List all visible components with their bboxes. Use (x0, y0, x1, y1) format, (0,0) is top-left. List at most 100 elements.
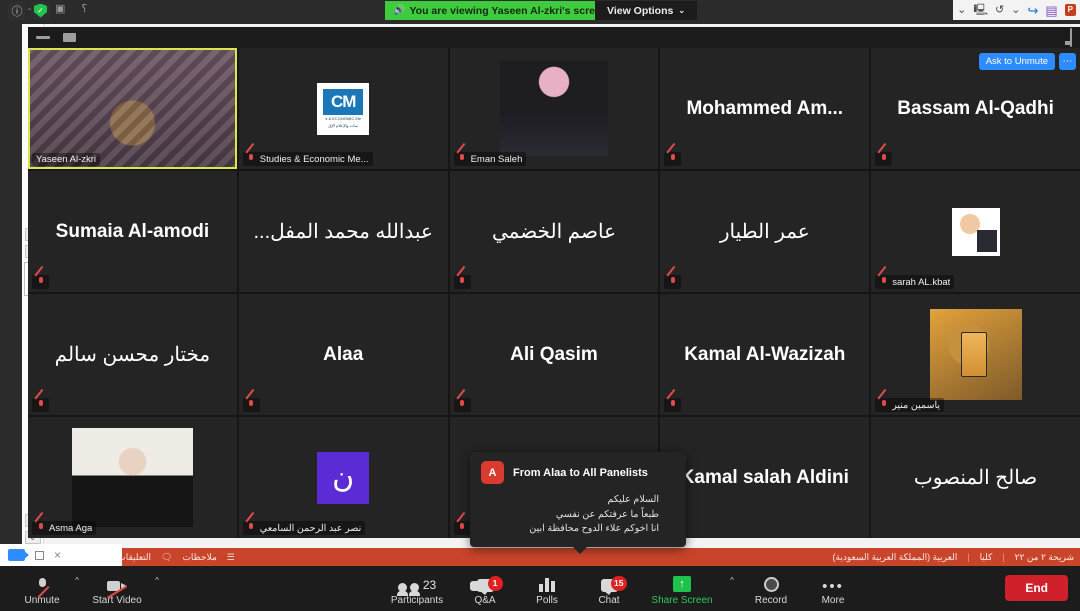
participant-tile[interactable]: Kamal salah Aldini (660, 417, 870, 538)
qa-button[interactable]: 1 Q&A (454, 566, 516, 611)
participants-button[interactable]: 23 Participants (380, 566, 454, 611)
chat-label: Chat (598, 594, 620, 606)
participant-footer: sarah AL.kbat (875, 275, 955, 289)
status-language[interactable]: العربية (المملكة العربية السعودية) (833, 552, 958, 563)
close-icon[interactable]: × (54, 548, 61, 562)
ask-to-unmute-button[interactable]: Ask to Unmute (978, 53, 1055, 70)
tile-more-options-button[interactable]: ⋯ (1059, 53, 1076, 70)
mic-muted-icon (458, 276, 467, 288)
mic-muted-icon (36, 522, 45, 534)
ellipsis-icon: ••• (822, 577, 844, 595)
security-shield-icon[interactable]: ✓ (31, 1, 50, 20)
record-button[interactable]: Record (740, 566, 802, 611)
picture-in-picture-button[interactable] (1070, 27, 1072, 47)
participant-name: ياسمين منير (892, 399, 940, 411)
status-spell-check[interactable]: كليا (980, 552, 993, 563)
start-video-button[interactable]: Start Video (84, 566, 150, 611)
participant-tile[interactable]: Kamal Al-Wazizah (660, 294, 870, 415)
participant-footer: Studies & Economic Me... (242, 152, 373, 166)
participant-tile[interactable]: CM s & ECONOMIC Me سات والإعلام الإق Studie… (238, 48, 448, 169)
participant-name: Mohammed Am... (686, 97, 844, 119)
participant-name: نصر عبد الرحمن السامعي (259, 522, 362, 534)
participant-tile[interactable]: Bassam Al-Qadhi Ask to Unmute ⋯ (871, 48, 1080, 169)
powerpoint-status-bar: شريحة ٢ من ٢٢ | كليا | العربية (المملكة … (0, 548, 1080, 566)
record-label: Record (754, 594, 788, 606)
participant-tile[interactable]: مختار محسن سالم (28, 294, 237, 415)
participant-tile[interactable]: Ali Qasim (449, 294, 659, 415)
participant-footer (664, 152, 682, 166)
start-video-label: Start Video (92, 594, 142, 606)
participant-name: Kamal Al-Wazizah (684, 343, 846, 365)
polls-button[interactable]: Polls (516, 566, 578, 611)
mic-muted-icon (36, 399, 45, 411)
participant-tile[interactable]: Sumaia Al-amodi (28, 171, 237, 292)
participant-tile[interactable]: ن نصر عبد الرحمن السامعي (238, 417, 448, 538)
participant-name: Eman Saleh (470, 153, 523, 165)
participant-tile[interactable]: Asma Aga (28, 417, 237, 538)
comments-icon[interactable]: 🗨 (161, 552, 172, 563)
mic-muted-icon (668, 276, 677, 288)
chat-bubble-icon: 15 (600, 575, 627, 595)
share-screen-button[interactable]: ↑ Share Screen (640, 566, 724, 611)
single-speaker-view-button[interactable] (63, 33, 76, 42)
participant-footer (32, 398, 49, 412)
participant-tile[interactable]: Alaa (238, 294, 448, 415)
gallery-grid-view-button[interactable] (115, 31, 128, 44)
chevron-up-icon: ^ (730, 576, 734, 585)
share-options-caret[interactable]: ^ (724, 566, 740, 611)
chat-notification-toast[interactable]: A From Alaa to All Panelists السلام عليك… (470, 452, 686, 555)
participant-tile[interactable]: Eman Saleh (449, 48, 659, 169)
participant-footer (664, 275, 682, 289)
notes-icon[interactable]: ☰ (227, 552, 235, 563)
comments-label[interactable]: التعليقات (117, 552, 151, 563)
screen-share-banner: 🔊 You are viewing Yaseen Al-zkri's scree… (385, 1, 616, 20)
chat-message-line: السلام عليكم (607, 494, 659, 505)
view-options-button[interactable]: View Options ⌄ (595, 1, 698, 20)
participant-name: Ali Qasim (510, 343, 598, 365)
chat-bubbles-icon: 1 (469, 575, 503, 595)
participant-tile[interactable]: Mohammed Am... (660, 48, 870, 169)
participant-name: Sumaia Al-amodi (55, 220, 210, 242)
info-icon[interactable]: ⓘ (8, 2, 26, 20)
split-view-button[interactable] (89, 33, 102, 43)
participant-footer (875, 152, 893, 166)
participant-footer (32, 275, 49, 289)
participant-footer (453, 398, 471, 412)
participant-name: Asma Aga (49, 522, 93, 534)
more-button[interactable]: ••• More (802, 566, 864, 611)
notes-label[interactable]: ملاحظات (182, 552, 216, 563)
participant-footer: Asma Aga (32, 521, 97, 535)
participant-tile[interactable]: صالح المنصوب (871, 417, 1080, 538)
participant-tile[interactable]: Yaseen Al-zkri (28, 48, 237, 169)
restore-window-icon[interactable] (35, 550, 44, 560)
participant-tile[interactable]: عمر الطيار (660, 171, 870, 292)
participants-label: Participants (390, 594, 444, 606)
chat-toast-message: السلام عليكم طبعاً ما عرفتكم عن نفسي انا ا… (481, 493, 675, 537)
participant-tile[interactable]: ياسمين منير (871, 294, 1080, 415)
participant-tile[interactable]: sarah AL.kbat (871, 171, 1080, 292)
mic-muted-icon (36, 276, 45, 288)
chevron-up-icon: ^ (75, 576, 79, 585)
view-mode-strip (28, 27, 1080, 48)
mic-muted-icon (458, 522, 467, 534)
participant-footer (664, 398, 682, 412)
video-options-caret[interactable]: ^ (150, 566, 164, 611)
end-meeting-button[interactable]: End (1005, 575, 1068, 601)
participant-video (929, 308, 1022, 401)
participant-footer: ياسمين منير (875, 398, 944, 412)
unmute-button[interactable]: Unmute (14, 566, 70, 611)
participant-footer (242, 398, 260, 412)
mic-muted-icon (458, 399, 467, 411)
zoom-video-icon[interactable] (8, 549, 29, 561)
participant-footer: Eman Saleh (453, 152, 527, 166)
chat-button[interactable]: 15 Chat (578, 566, 640, 611)
mic-muted-icon (38, 577, 47, 592)
share-banner-text: You are viewing Yaseen Al-zkri's screen (409, 4, 608, 17)
participant-tile[interactable]: عبدالله محمد المفل... (238, 171, 448, 292)
participant-tile[interactable]: عاصم الخضمي (449, 171, 659, 292)
participant-name: Bassam Al-Qadhi (897, 97, 1054, 119)
participant-video (71, 427, 193, 528)
audio-options-caret[interactable]: ^ (70, 566, 84, 611)
minimize-view-button[interactable] (36, 36, 50, 39)
bar-chart-icon (539, 577, 555, 592)
